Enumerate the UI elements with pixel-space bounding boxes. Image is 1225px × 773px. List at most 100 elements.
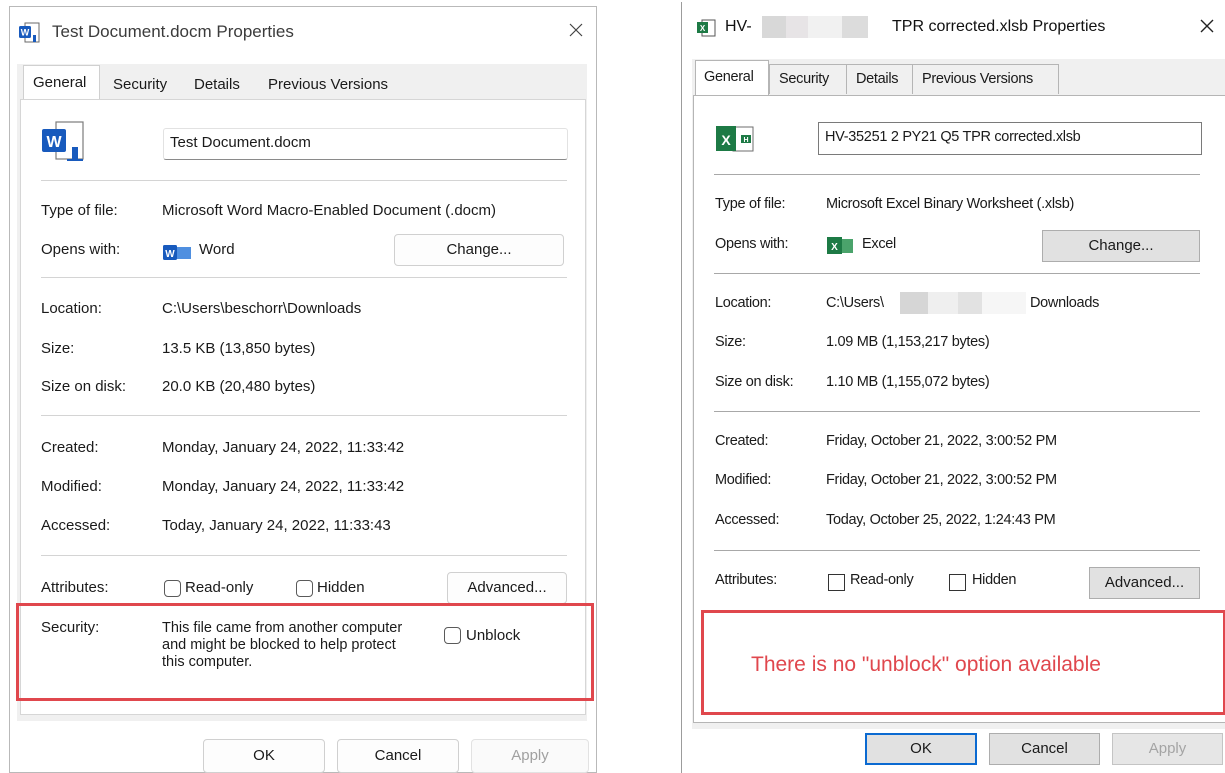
accessed-label: Accessed: [41, 517, 111, 534]
tab-general[interactable]: General [23, 65, 100, 100]
ok-button[interactable]: OK [865, 733, 977, 765]
hidden-label: Hidden [317, 579, 365, 596]
advanced-button[interactable]: Advanced... [1089, 567, 1200, 599]
unblock-label: Unblock [466, 627, 521, 644]
separator [714, 550, 1200, 551]
properties-dialog-docm: W Test Document.docm Properties General … [9, 6, 597, 773]
type-value: Microsoft Word Macro-Enabled Document (.… [162, 202, 496, 219]
cancel-button[interactable]: Cancel [337, 739, 459, 773]
cancel-button[interactable]: Cancel [989, 733, 1100, 765]
redacted-area [928, 292, 958, 314]
change-button[interactable]: Change... [1042, 230, 1200, 262]
opens-label: Opens with: [715, 236, 789, 252]
size-label: Size: [715, 334, 746, 350]
hidden-checkbox[interactable] [949, 574, 966, 591]
svg-text:W: W [165, 249, 175, 260]
created-value: Friday, October 21, 2022, 3:00:52 PM [826, 433, 1057, 449]
security-label: Security: [41, 619, 100, 636]
dialog-title-prefix: HV- [725, 18, 752, 35]
svg-text:H: H [743, 137, 748, 144]
hidden-checkbox[interactable] [296, 580, 313, 597]
redacted-area [842, 16, 868, 38]
readonly-checkbox[interactable] [828, 574, 845, 591]
advanced-button[interactable]: Advanced... [447, 572, 567, 604]
properties-dialog-xlsb: X HV- TPR corrected.xlsb Properties Gene… [681, 2, 1225, 773]
type-label: Type of file: [715, 196, 786, 212]
location-value: C:\Users\beschorr\Downloads [162, 300, 362, 317]
redacted-area [900, 292, 928, 314]
annotation-text: There is no "unblock" option available [751, 653, 1101, 676]
type-value: Microsoft Excel Binary Worksheet (.xlsb) [826, 196, 1074, 212]
excel-file-icon: H X [716, 126, 754, 152]
separator [41, 277, 567, 278]
accessed-label: Accessed: [715, 512, 780, 528]
attributes-label: Attributes: [41, 579, 109, 596]
separator [714, 411, 1200, 412]
apply-button[interactable]: Apply [471, 739, 589, 773]
tab-details[interactable]: Details [184, 70, 256, 98]
word-document-icon: W [19, 22, 40, 43]
modified-value: Monday, January 24, 2022, 11:33:42 [162, 478, 405, 495]
type-label: Type of file: [41, 202, 118, 219]
created-value: Monday, January 24, 2022, 11:33:42 [162, 439, 405, 456]
excel-document-icon: X [697, 19, 716, 37]
tab-previous-versions[interactable]: Previous Versions [913, 64, 1059, 94]
apply-button[interactable]: Apply [1112, 733, 1223, 765]
modified-label: Modified: [715, 472, 772, 488]
size-on-disk-label: Size on disk: [41, 378, 127, 395]
location-label: Location: [715, 295, 772, 311]
tab-previous-versions[interactable]: Previous Versions [260, 70, 420, 98]
location-label: Location: [41, 300, 102, 317]
dialog-title-suffix: TPR corrected.xlsb Properties [892, 18, 1106, 35]
location-prefix: C:\Users\ [826, 295, 884, 311]
size-on-disk-value: 20.0 KB (20,480 bytes) [162, 378, 316, 395]
separator [41, 415, 567, 416]
readonly-checkbox[interactable] [164, 580, 181, 597]
close-icon[interactable] [1199, 18, 1215, 34]
tab-security[interactable]: Security [102, 70, 178, 98]
security-message-line2: and might be blocked to help protect [162, 637, 396, 653]
security-message-line3: this computer. [162, 654, 253, 670]
opens-value: Word [199, 241, 235, 258]
excel-app-icon: X [827, 237, 853, 254]
file-name-input[interactable]: Test Document.docm [163, 128, 568, 160]
ok-button[interactable]: OK [203, 739, 325, 773]
readonly-label: Read-only [850, 572, 914, 588]
word-app-icon: W [163, 245, 191, 260]
size-label: Size: [41, 340, 75, 357]
redacted-area [762, 16, 786, 38]
svg-text:W: W [21, 28, 30, 38]
unblock-checkbox[interactable] [444, 627, 461, 644]
change-button[interactable]: Change... [394, 234, 564, 266]
accessed-value: Today, January 24, 2022, 11:33:43 [162, 517, 391, 534]
svg-text:X: X [721, 132, 731, 148]
created-label: Created: [715, 433, 769, 449]
created-label: Created: [41, 439, 99, 456]
size-value: 1.09 MB (1,153,217 bytes) [826, 334, 990, 350]
location-suffix: Downloads [1030, 295, 1100, 311]
separator [714, 174, 1200, 175]
modified-value: Friday, October 21, 2022, 3:00:52 PM [826, 472, 1057, 488]
security-message-line1: This file came from another computer [162, 620, 403, 636]
dialog-title: Test Document.docm Properties [52, 22, 294, 41]
svg-text:X: X [700, 24, 706, 33]
close-icon[interactable] [568, 22, 584, 38]
size-on-disk-value: 1.10 MB (1,155,072 bytes) [826, 374, 990, 390]
tab-details[interactable]: Details [847, 64, 913, 94]
opens-value: Excel [862, 236, 896, 252]
redacted-area [982, 292, 1026, 314]
modified-label: Modified: [41, 478, 102, 495]
tab-security[interactable]: Security [769, 64, 847, 94]
accessed-value: Today, October 25, 2022, 1:24:43 PM [826, 512, 1056, 528]
word-file-icon: W [42, 121, 84, 161]
tab-general[interactable]: General [695, 60, 769, 96]
attributes-label: Attributes: [715, 572, 777, 588]
opens-label: Opens with: [41, 241, 121, 258]
separator [714, 273, 1200, 274]
file-name-input[interactable]: HV-35251 2 PY21 Q5 TPR corrected.xlsb [818, 122, 1202, 155]
size-on-disk-label: Size on disk: [715, 374, 794, 390]
redacted-area [786, 16, 808, 38]
size-value: 13.5 KB (13,850 bytes) [162, 340, 316, 357]
redacted-area [958, 292, 982, 314]
redacted-area [808, 16, 842, 38]
